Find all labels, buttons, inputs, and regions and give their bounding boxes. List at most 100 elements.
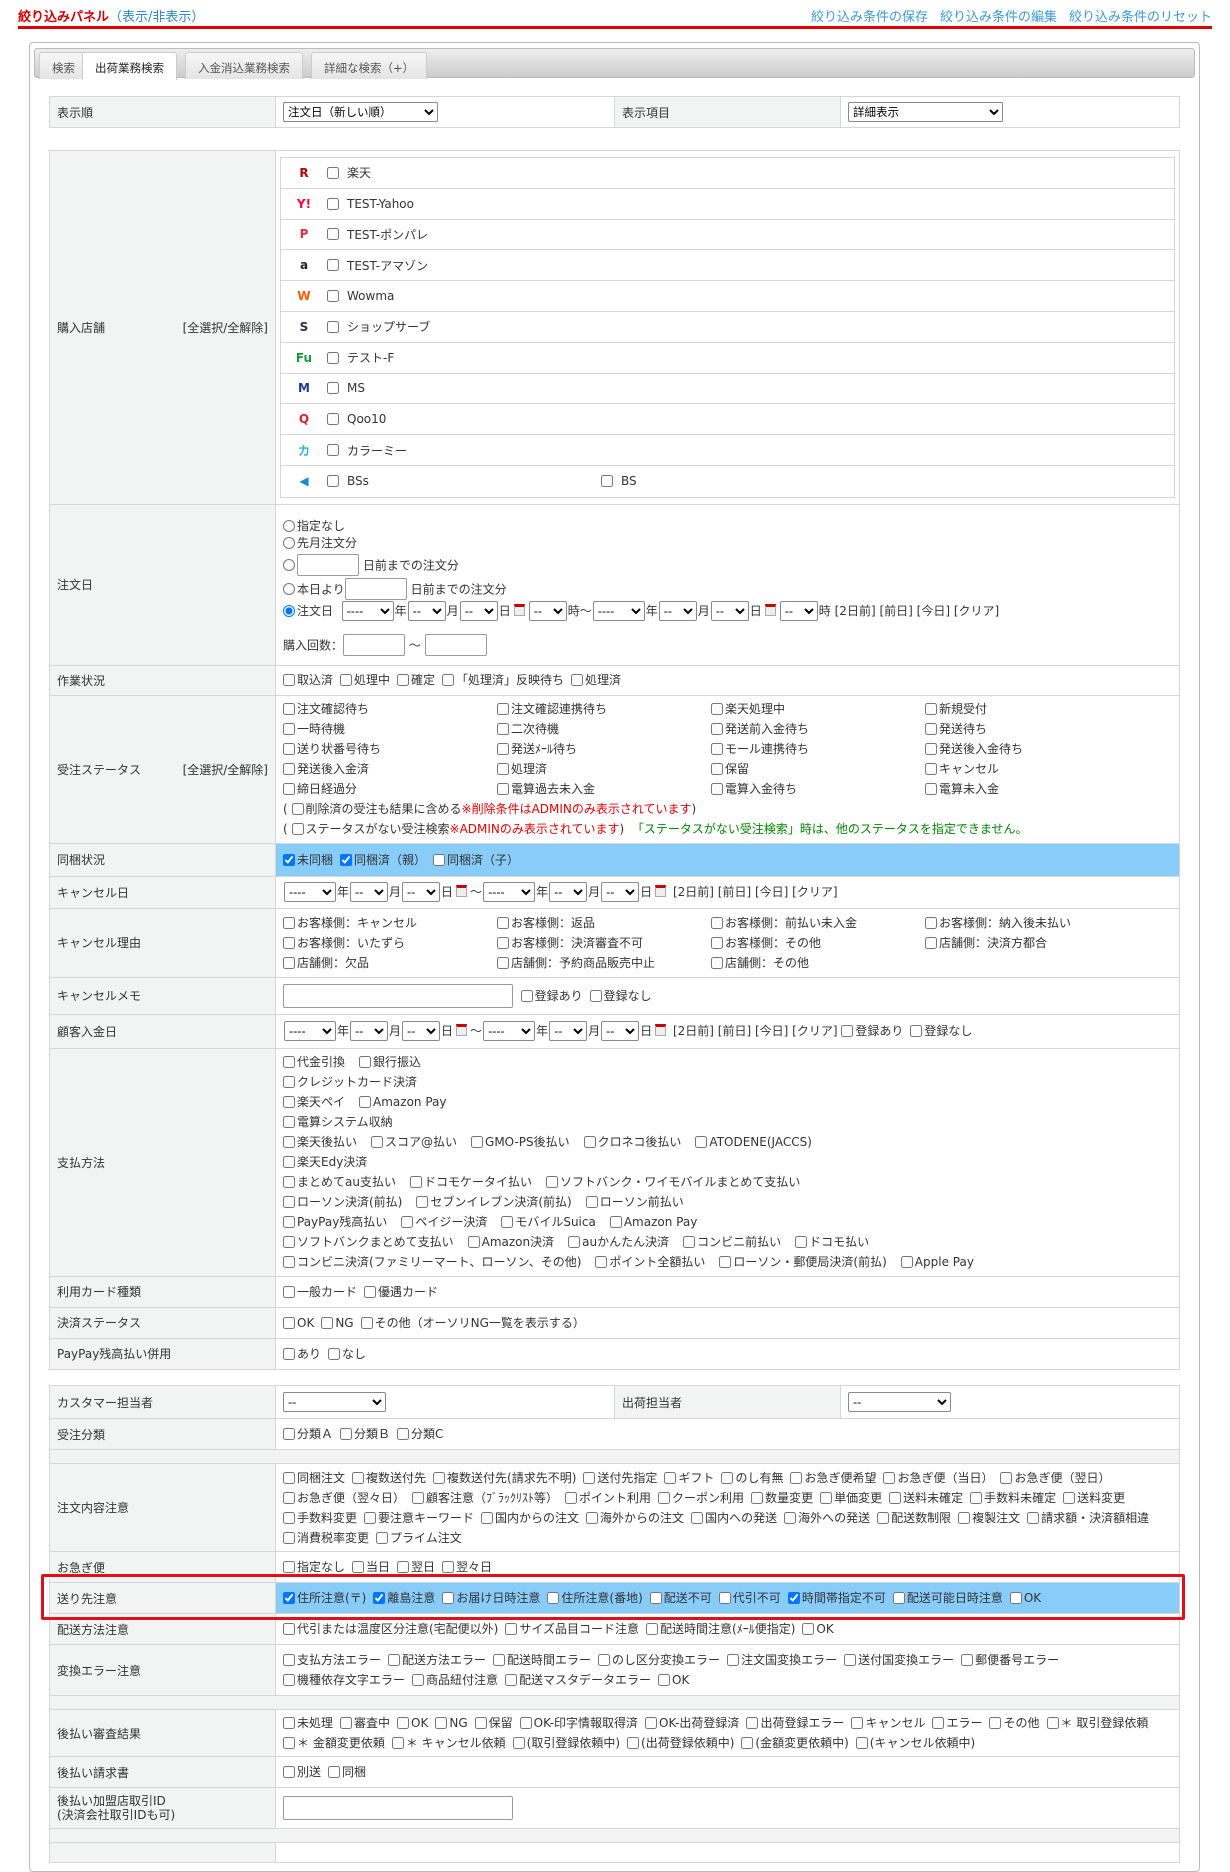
checkbox[interactable]	[283, 853, 295, 866]
quick-date-link[interactable]: [前日]	[718, 885, 751, 899]
from-month-select[interactable]: --	[350, 882, 389, 903]
tab-deposit-search[interactable]: 入金消込業務検索	[185, 52, 303, 79]
checkbox-option[interactable]: ＊ 取引登録依頼	[1046, 1713, 1148, 1733]
checkbox[interactable]	[512, 1737, 525, 1749]
checkbox-option[interactable]: キャンセル	[851, 1713, 925, 1733]
checkbox-option[interactable]: 発送後入金待ち	[925, 739, 1132, 759]
tab-shipping-search[interactable]: 出荷業務検索	[82, 52, 177, 80]
checkbox[interactable]	[683, 1236, 696, 1249]
checkbox-option[interactable]: 登録なし	[589, 986, 652, 1006]
shop-checkbox[interactable]	[327, 413, 339, 426]
checkbox-option[interactable]: OK	[397, 1713, 428, 1733]
checkbox-option[interactable]: セブンイレブン決済(前払)	[416, 1192, 572, 1212]
checkbox-option[interactable]: 離島注意	[373, 1588, 435, 1608]
order-date-range-radio[interactable]	[283, 604, 295, 617]
checkbox-option[interactable]: OK-出荷登録済	[645, 1713, 739, 1733]
checkbox[interactable]	[283, 1136, 295, 1149]
checkbox[interactable]	[283, 1623, 295, 1635]
checkbox[interactable]	[283, 1654, 295, 1666]
checkbox[interactable]	[802, 1623, 815, 1635]
shop-checkbox[interactable]	[327, 320, 339, 333]
checkbox[interactable]	[795, 1236, 808, 1249]
checkbox-option[interactable]: ＊ 金額変更依頼	[283, 1733, 385, 1753]
checkbox[interactable]	[586, 1511, 599, 1524]
checkbox-option[interactable]: 新規受付	[925, 699, 1132, 719]
checkbox[interactable]	[409, 1176, 422, 1189]
checkbox-option[interactable]: 海外への発送	[784, 1508, 870, 1528]
checkbox-option[interactable]: コンビニ決済(ファミリーマート、ローソン、その他)	[283, 1252, 581, 1272]
checkbox[interactable]	[283, 1236, 295, 1249]
checkbox-option[interactable]: 複数送付先	[352, 1468, 426, 1488]
checkbox-option[interactable]: (金額変更依頼中)	[741, 1733, 849, 1753]
shop-checkbox[interactable]	[327, 351, 339, 364]
tab-search[interactable]: 検索	[39, 52, 88, 79]
checkbox[interactable]	[589, 990, 602, 1003]
calendar-icon[interactable]	[456, 885, 468, 898]
from-day-select[interactable]: --	[459, 600, 498, 621]
from-day-select[interactable]: --	[402, 1021, 441, 1042]
checkbox[interactable]	[711, 763, 723, 776]
checkbox-option[interactable]: スコア@払い	[371, 1132, 457, 1152]
checkbox[interactable]	[595, 1256, 608, 1269]
shop-extra-option[interactable]: BS	[601, 474, 637, 488]
checkbox[interactable]	[989, 1717, 1002, 1729]
checkbox[interactable]	[283, 1491, 295, 1504]
checkbox[interactable]	[283, 956, 295, 969]
checkbox-option[interactable]: 二次待機	[497, 719, 704, 739]
checkbox-option[interactable]: PayPay残高払い	[283, 1212, 387, 1232]
checkbox-option[interactable]: ローソン前払い	[585, 1192, 684, 1212]
checkbox[interactable]	[851, 1717, 864, 1729]
to-month-select[interactable]: --	[658, 600, 697, 621]
quick-date-link[interactable]: [クリア]	[792, 885, 837, 899]
checkbox[interactable]	[711, 743, 723, 756]
quick-date-link[interactable]: [今日]	[755, 1024, 788, 1038]
checkbox-option[interactable]: 配送マスタデータエラー	[505, 1670, 651, 1690]
checkbox[interactable]	[283, 1347, 295, 1360]
checkbox[interactable]	[609, 1216, 622, 1229]
checkbox[interactable]	[397, 1428, 410, 1440]
checkbox-option[interactable]: お届け日時注意	[442, 1588, 540, 1608]
checkbox-option[interactable]: お客様側：その他	[711, 933, 918, 953]
checkbox[interactable]	[784, 1511, 797, 1524]
checkbox[interactable]	[925, 783, 937, 796]
checkbox[interactable]	[585, 1196, 598, 1209]
shop-checkbox[interactable]	[327, 444, 339, 457]
checkbox-option[interactable]: 配送可能日時注意	[892, 1588, 1003, 1608]
from-year-select[interactable]: ----	[284, 1021, 336, 1042]
checkbox[interactable]	[364, 1285, 377, 1298]
checkbox[interactable]	[711, 956, 723, 969]
checkbox-option[interactable]: お客様側：決済審査不可	[497, 933, 704, 953]
checkbox[interactable]	[844, 1654, 857, 1666]
checkbox-option[interactable]: その他	[989, 1713, 1040, 1733]
checkbox[interactable]	[352, 1471, 365, 1484]
checkbox[interactable]	[401, 1216, 414, 1229]
checkbox[interactable]	[340, 1428, 353, 1440]
checkbox[interactable]	[412, 1491, 425, 1504]
checkbox-option[interactable]: 注文確認待ち	[283, 699, 490, 719]
checkbox-option[interactable]: 時間帯指定不可	[787, 1588, 886, 1608]
checkbox-option[interactable]: 代引または温度区分注意(宅配便以外)	[283, 1619, 498, 1639]
checkbox[interactable]	[371, 1136, 384, 1149]
checkbox[interactable]	[481, 1511, 494, 1524]
checkbox-option[interactable]: 請求額・決済額相違	[1027, 1508, 1149, 1528]
checkbox[interactable]	[283, 1196, 295, 1209]
calendar-icon[interactable]	[513, 603, 525, 616]
checkbox-option[interactable]: 発送前入金待ち	[711, 719, 918, 739]
checkbox-option[interactable]: 確定	[397, 670, 435, 690]
checkbox-option[interactable]: 支払方法エラー	[283, 1650, 381, 1670]
toggle-panel-link[interactable]: （表示/非表示）	[109, 10, 204, 25]
checkbox-option[interactable]: 一時待機	[283, 719, 490, 739]
checkbox-option[interactable]: 郵便番号エラー	[961, 1650, 1059, 1670]
checkbox-option[interactable]: 電算未入金	[925, 779, 1132, 799]
checkbox-option[interactable]: 処理済	[571, 670, 621, 690]
checkbox-option[interactable]: 消費税率変更	[283, 1528, 369, 1548]
checkbox-option[interactable]: 店舗側：その他	[711, 953, 918, 973]
include-deleted-checkbox[interactable]	[291, 803, 304, 816]
checkbox[interactable]	[397, 674, 410, 687]
checkbox-option[interactable]: NG	[435, 1713, 468, 1733]
edit-filter-link[interactable]: 絞り込み条件の編集	[940, 10, 1057, 25]
checkbox[interactable]	[433, 1471, 446, 1484]
from-hour-select[interactable]: --	[528, 600, 567, 621]
checkbox[interactable]	[283, 1256, 295, 1269]
quick-date-link[interactable]: [2日前]	[673, 1024, 714, 1038]
